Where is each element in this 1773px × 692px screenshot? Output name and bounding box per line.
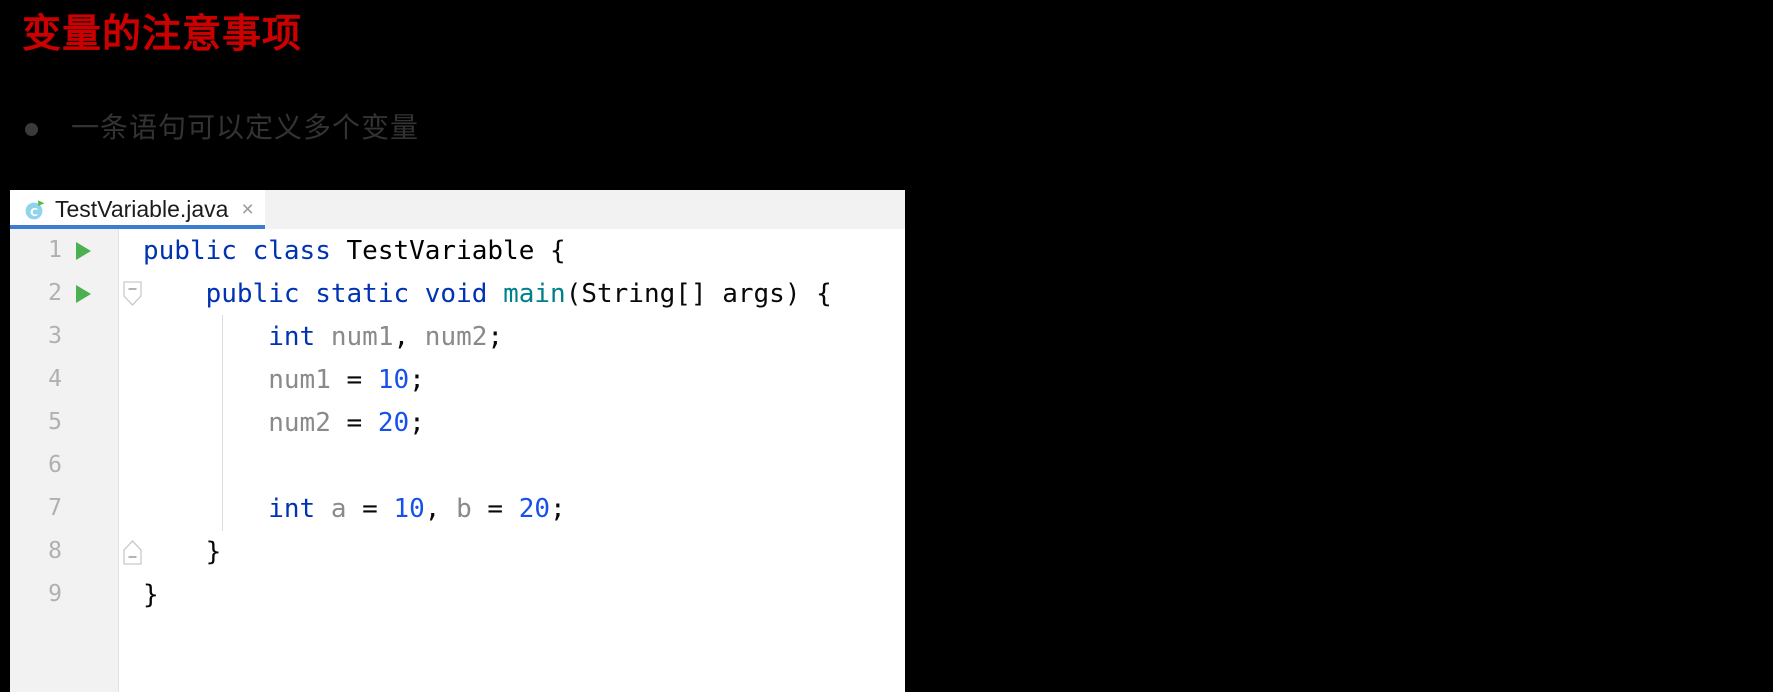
code-token: int (268, 494, 316, 524)
code-token: num1 (330, 322, 394, 352)
code-token: a (330, 494, 347, 524)
code-token: (String[] args) { (565, 279, 832, 309)
code-token: num2 (424, 322, 488, 352)
code-token: public (205, 279, 300, 309)
code-token: public (143, 236, 237, 266)
code-token: ; (409, 408, 425, 438)
code-text: public class TestVariable { (143, 233, 566, 269)
line-number: 3 (48, 323, 62, 349)
line-number: 4 (48, 366, 62, 392)
code-token: ; (550, 494, 566, 524)
editor-tab-label: TestVariable.java (55, 196, 229, 222)
code-text: int num1, num2; (143, 319, 503, 355)
line-number: 7 (48, 495, 62, 521)
code-line[interactable]: 7 int a = 10, b = 20; (10, 487, 905, 530)
code-line[interactable]: 3 int num1, num2; (10, 315, 905, 358)
line-number: 1 (48, 237, 62, 263)
run-icon[interactable] (76, 242, 91, 260)
code-text: num1 = 10; (143, 362, 425, 398)
code-token: 20 (518, 494, 551, 524)
bullet-item-label: 一条语句可以定义多个变量 (71, 113, 420, 144)
code-text: public static void main(String[] args) { (143, 276, 832, 312)
code-token: ; (487, 322, 504, 352)
page-title: 变量的注意事项 (22, 13, 303, 56)
code-token: void (424, 279, 488, 309)
code-text: int a = 10, b = 20; (143, 491, 566, 527)
line-number: 2 (48, 280, 62, 306)
code-text: num2 = 20; (143, 405, 425, 441)
code-line[interactable]: 4 num1 = 10; (10, 358, 905, 401)
code-token: 20 (377, 408, 410, 438)
java-class-runnable-icon: C (24, 199, 46, 221)
code-token: b (456, 494, 472, 524)
code-text: } (143, 577, 159, 613)
svg-text:C: C (30, 206, 38, 219)
code-token: = (330, 365, 378, 395)
run-icon[interactable] (76, 285, 91, 303)
code-token: { (534, 236, 566, 266)
code-line[interactable]: 9} (10, 573, 905, 616)
code-token: 10 (393, 494, 425, 524)
code-fold-icon[interactable] (121, 281, 144, 307)
code-token: main (503, 279, 566, 309)
code-token: } (143, 580, 159, 610)
line-number: 5 (48, 409, 62, 435)
code-line[interactable]: 6 (10, 444, 905, 487)
code-line[interactable]: 8 } (10, 530, 905, 573)
code-text: } (143, 534, 222, 570)
code-token: TestVariable (346, 236, 535, 266)
code-token: , (424, 494, 457, 524)
code-token: static (315, 279, 410, 309)
editor-body[interactable]: 1 public class TestVariable {2 public sta… (10, 229, 905, 692)
code-line-list[interactable]: 1 public class TestVariable {2 public sta… (10, 229, 905, 692)
bullet-marker-icon (25, 122, 38, 136)
editor-tab-strip: C TestVariable.java × (10, 190, 905, 229)
code-line[interactable]: 5 num2 = 20; (10, 401, 905, 444)
code-token: 10 (377, 365, 410, 395)
code-token: , (393, 322, 425, 352)
bullet-list-item: 一条语句可以定义多个变量 (25, 112, 419, 146)
code-token: int (268, 322, 316, 352)
code-token: = (346, 494, 394, 524)
code-token: = (330, 408, 378, 438)
line-number: 6 (48, 452, 62, 478)
code-token: class (252, 236, 331, 266)
code-token: = (471, 494, 519, 524)
code-token: ; (409, 365, 425, 395)
code-line[interactable]: 1 public class TestVariable { (10, 229, 905, 272)
line-number: 9 (48, 581, 62, 607)
code-token: num2 (268, 408, 331, 438)
code-fold-icon[interactable] (121, 539, 144, 565)
code-line[interactable]: 2 public static void main(String[] args)… (10, 272, 905, 315)
close-icon[interactable]: × (241, 199, 253, 220)
code-editor-panel: C TestVariable.java × 1 public class Test… (10, 190, 905, 692)
line-number: 8 (48, 538, 62, 564)
code-token: num1 (268, 365, 331, 395)
editor-tab-testvariable[interactable]: C TestVariable.java × (10, 190, 265, 229)
code-token: } (143, 537, 222, 567)
